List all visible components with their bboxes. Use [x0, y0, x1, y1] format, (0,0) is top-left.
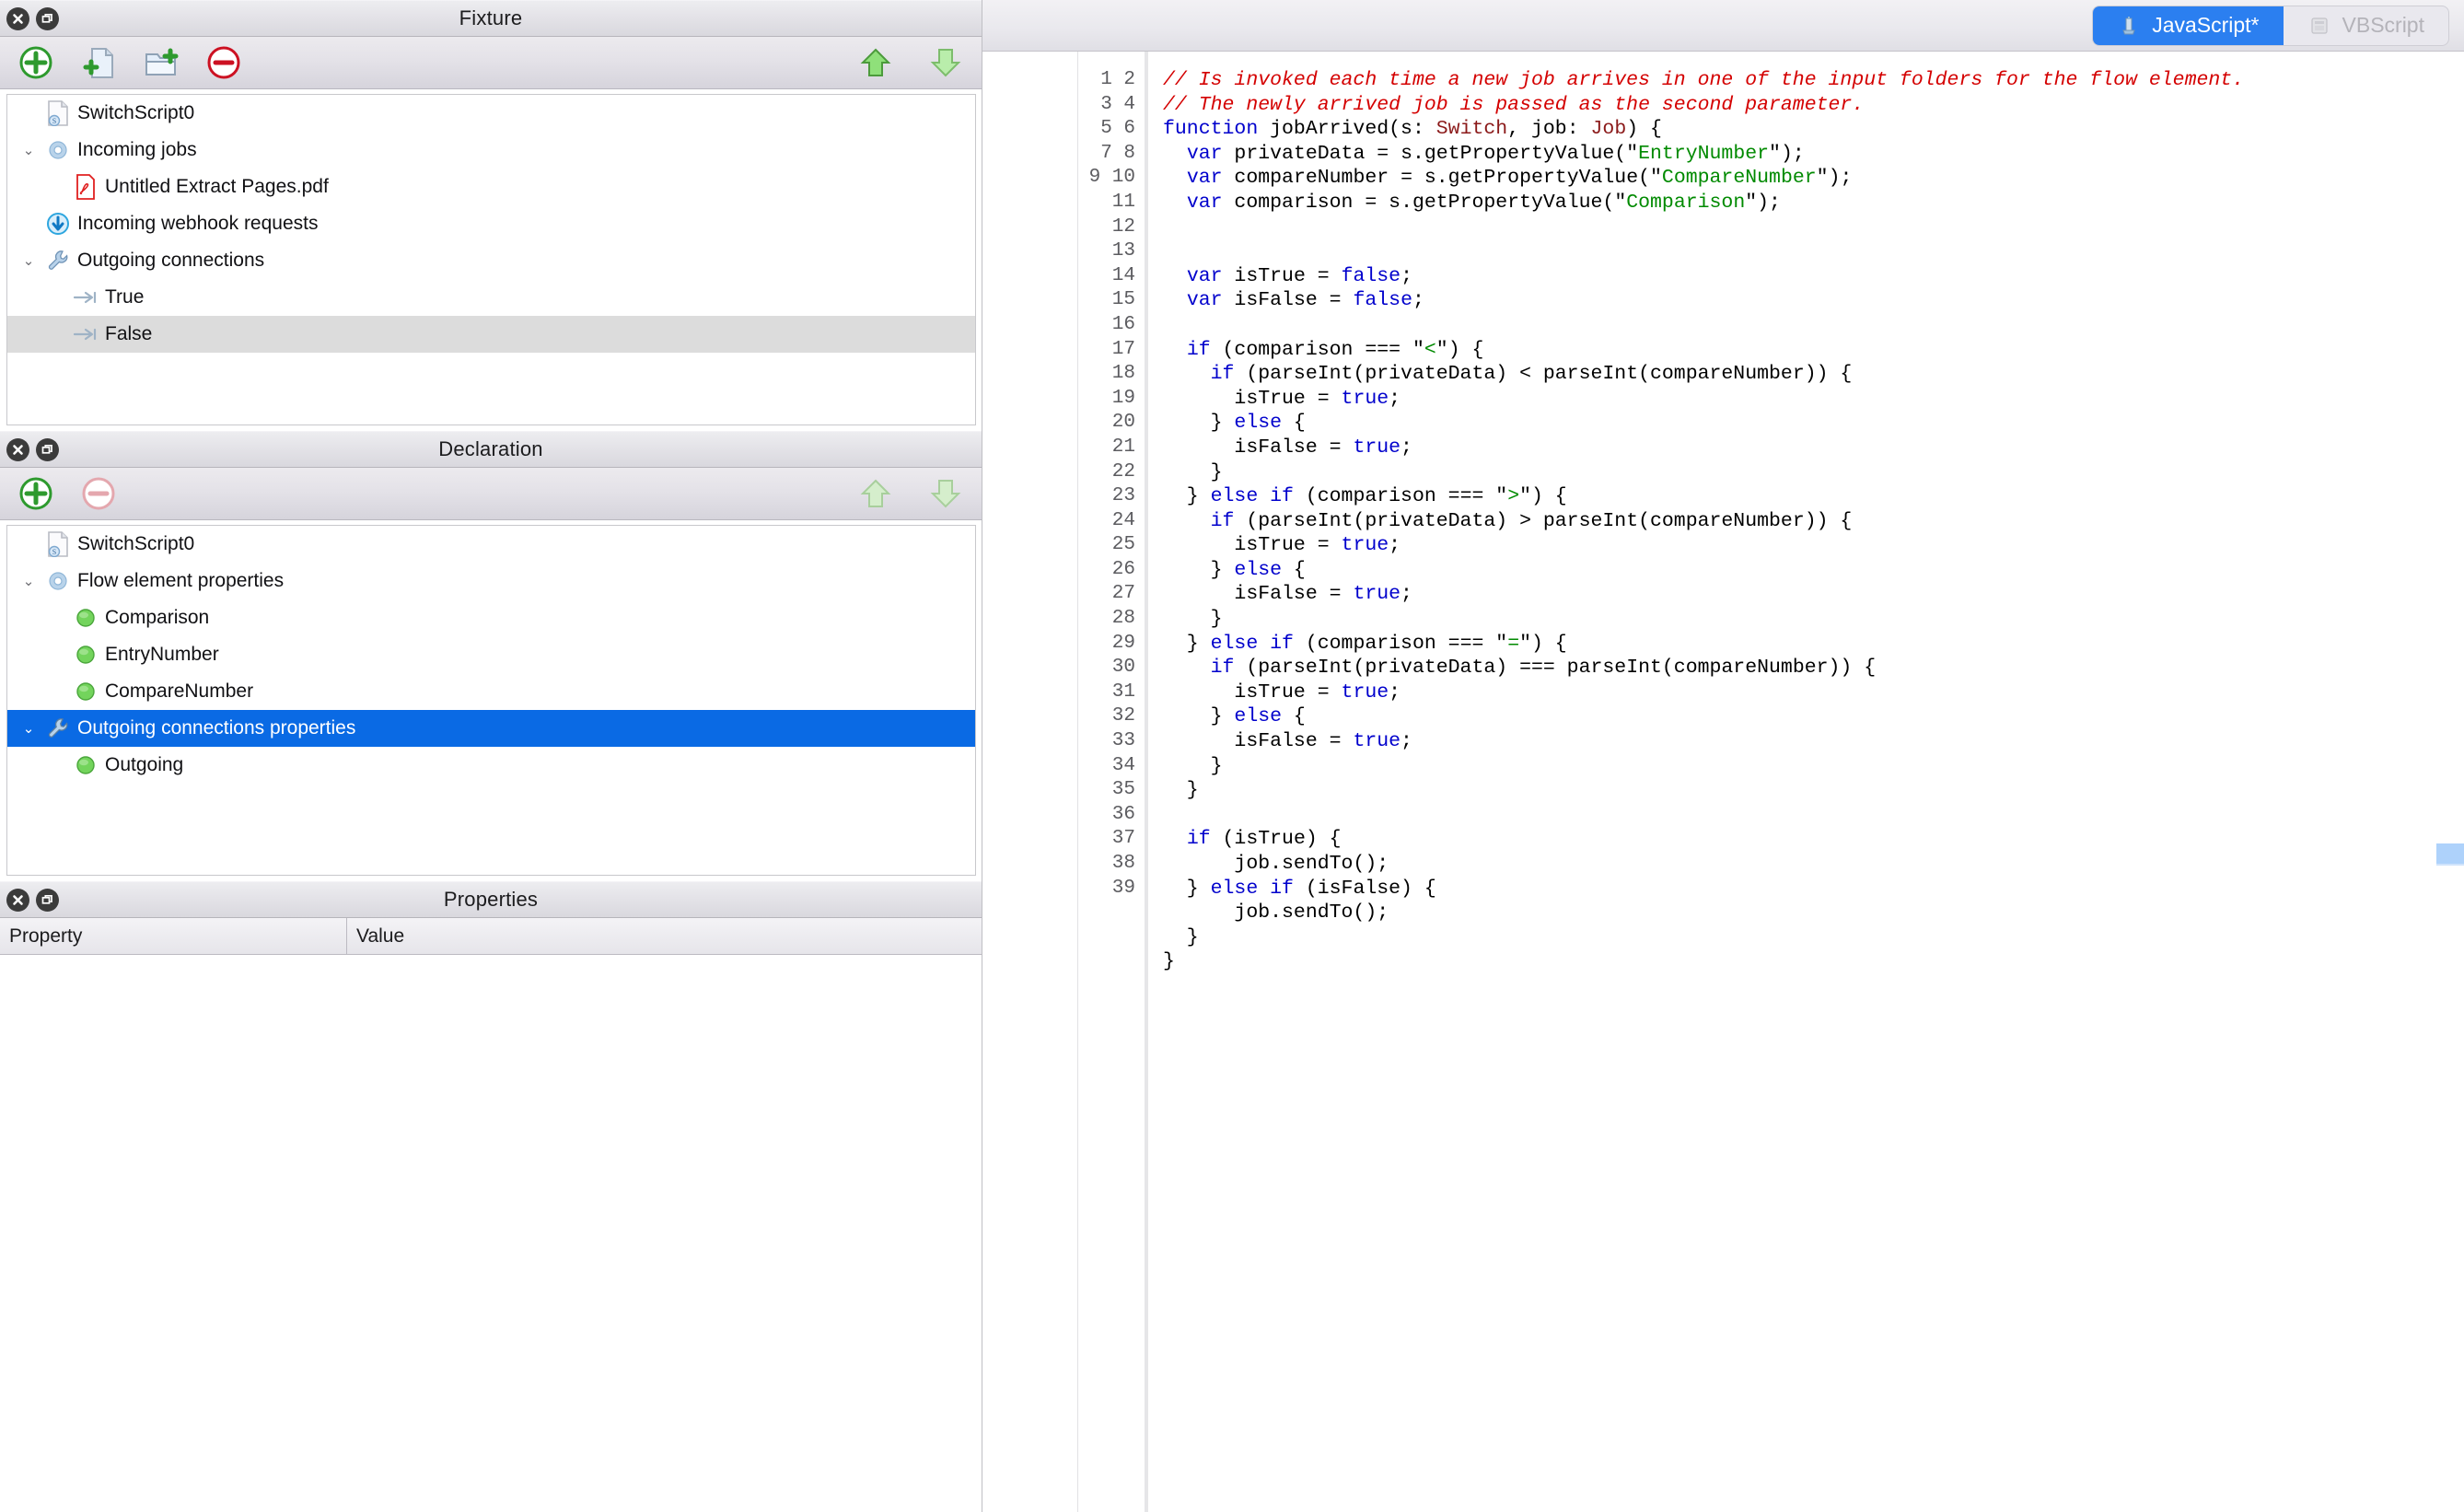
tree-row[interactable]: EntryNumber [7, 636, 975, 673]
tree-row[interactable]: Outgoing [7, 747, 975, 784]
tree-row[interactable]: False [7, 316, 975, 353]
script-file-icon: S [42, 100, 74, 126]
tree-row[interactable]: CompareNumber [7, 673, 975, 710]
left-panel-column: Fixture S SwitchScript0 ⌄ Incoming jobs … [0, 0, 982, 1512]
svg-text:S: S [52, 548, 56, 556]
tree-item-label: False [105, 323, 153, 344]
fixture-panel: Fixture S SwitchScript0 ⌄ Incoming jobs … [0, 0, 982, 431]
add-folder-icon[interactable] [142, 43, 180, 82]
editor-tab-group: JavaScript* VBScript [2092, 5, 2449, 46]
line-number-gutter: 1 2 3 4 5 6 7 8 9 10 11 12 13 14 15 16 1… [1078, 52, 1145, 1512]
tree-item-label: Outgoing connections [77, 250, 265, 271]
tree-item-label: True [105, 286, 145, 308]
tree-item-label: SwitchScript0 [77, 533, 195, 554]
wrench-icon [42, 249, 74, 273]
tree-item-label: Comparison [105, 607, 210, 628]
tree-row[interactable]: ⌄ Outgoing connections [7, 242, 975, 279]
svg-text:S: S [52, 117, 56, 125]
fixture-tree[interactable]: S SwitchScript0 ⌄ Incoming jobs Untitled… [6, 94, 976, 425]
javascript-icon [2117, 14, 2141, 38]
wrench-icon [42, 716, 74, 740]
add-icon[interactable] [17, 474, 55, 513]
remove-icon[interactable] [204, 43, 243, 82]
script-editor-pane: JavaScript* VBScript 1 2 3 4 5 6 7 8 9 1… [982, 0, 2464, 1512]
tree-row[interactable]: Untitled Extract Pages.pdf [7, 169, 975, 205]
code-text-area[interactable]: // Is invoked each time a new job arrive… [1148, 52, 2464, 1512]
gutter-margin [982, 52, 1078, 1512]
fixture-panel-title: Fixture [459, 6, 523, 29]
move-down-icon[interactable] [926, 43, 965, 82]
editor-tabbar: JavaScript* VBScript [982, 0, 2464, 52]
tree-item-label: Outgoing connections properties [77, 717, 356, 739]
chevron-down-icon[interactable]: ⌄ [15, 720, 42, 737]
tree-row[interactable]: S SwitchScript0 [7, 526, 975, 563]
chevron-down-icon[interactable]: ⌄ [15, 573, 42, 589]
chevron-down-icon[interactable]: ⌄ [15, 252, 42, 269]
tab-vbscript[interactable]: VBScript [2284, 6, 2448, 45]
webhook-download-icon [42, 212, 74, 236]
gear-icon [42, 569, 74, 593]
tree-row[interactable]: ⌄ Incoming jobs [7, 132, 975, 169]
pdf-file-icon [70, 174, 101, 200]
tree-item-label: SwitchScript0 [77, 102, 195, 123]
tree-row[interactable]: True [7, 279, 975, 316]
tree-row-selected[interactable]: ⌄ Outgoing connections properties [7, 710, 975, 747]
add-file-icon[interactable] [79, 43, 118, 82]
declaration-tree[interactable]: S SwitchScript0 ⌄ Flow element propertie… [6, 525, 976, 876]
green-bullet-icon [70, 607, 101, 629]
add-icon[interactable] [17, 43, 55, 82]
move-up-icon[interactable] [856, 43, 895, 82]
declaration-titlebar: Declaration [0, 431, 982, 468]
tree-row[interactable]: Incoming webhook requests [7, 205, 975, 242]
vbscript-icon [2307, 14, 2331, 38]
properties-panel-title: Properties [443, 888, 539, 911]
code-editor[interactable]: 1 2 3 4 5 6 7 8 9 10 11 12 13 14 15 16 1… [982, 52, 2464, 1512]
properties-titlebar: Properties [0, 881, 982, 918]
move-down-icon-disabled [930, 480, 961, 508]
green-bullet-icon [70, 754, 101, 776]
tree-row[interactable]: ⌄ Flow element properties [7, 563, 975, 599]
tree-item-label: Flow element properties [77, 570, 285, 591]
green-bullet-icon [70, 680, 101, 703]
tree-item-label: Incoming webhook requests [77, 213, 319, 234]
connection-arrow-icon [70, 327, 101, 342]
properties-table-header: Property Value [0, 918, 982, 955]
declaration-panel-title: Declaration [438, 437, 543, 460]
column-header-value[interactable]: Value [347, 918, 404, 954]
chevron-down-icon[interactable]: ⌄ [15, 142, 42, 158]
column-header-property[interactable]: Property [0, 918, 347, 954]
move-up-icon-disabled [860, 479, 891, 507]
tree-item-label: Outgoing [105, 754, 184, 775]
fixture-titlebar: Fixture [0, 0, 982, 37]
tree-row[interactable]: S SwitchScript0 [7, 95, 975, 132]
tab-javascript[interactable]: JavaScript* [2093, 6, 2284, 45]
fixture-toolbar [0, 37, 982, 89]
tree-item-label: Incoming jobs [77, 139, 197, 160]
declaration-toolbar [0, 468, 982, 520]
green-bullet-icon [70, 644, 101, 666]
remove-icon-disabled [82, 477, 115, 510]
declaration-panel: Declaration S SwitchScript0 ⌄ Flow eleme… [0, 431, 982, 881]
tab-label: JavaScript* [2152, 13, 2260, 37]
properties-table-body[interactable] [0, 955, 982, 1512]
tab-label: VBScript [2342, 13, 2424, 37]
scrollbar-marker[interactable] [2436, 843, 2464, 866]
tree-item-label: EntryNumber [105, 644, 219, 665]
tree-item-label: Untitled Extract Pages.pdf [105, 176, 329, 197]
properties-panel: Properties Property Value [0, 881, 982, 1512]
tree-item-label: CompareNumber [105, 680, 254, 702]
tree-row[interactable]: Comparison [7, 599, 975, 636]
connection-arrow-icon [70, 290, 101, 305]
gear-icon [42, 138, 74, 162]
script-file-icon: S [42, 531, 74, 557]
